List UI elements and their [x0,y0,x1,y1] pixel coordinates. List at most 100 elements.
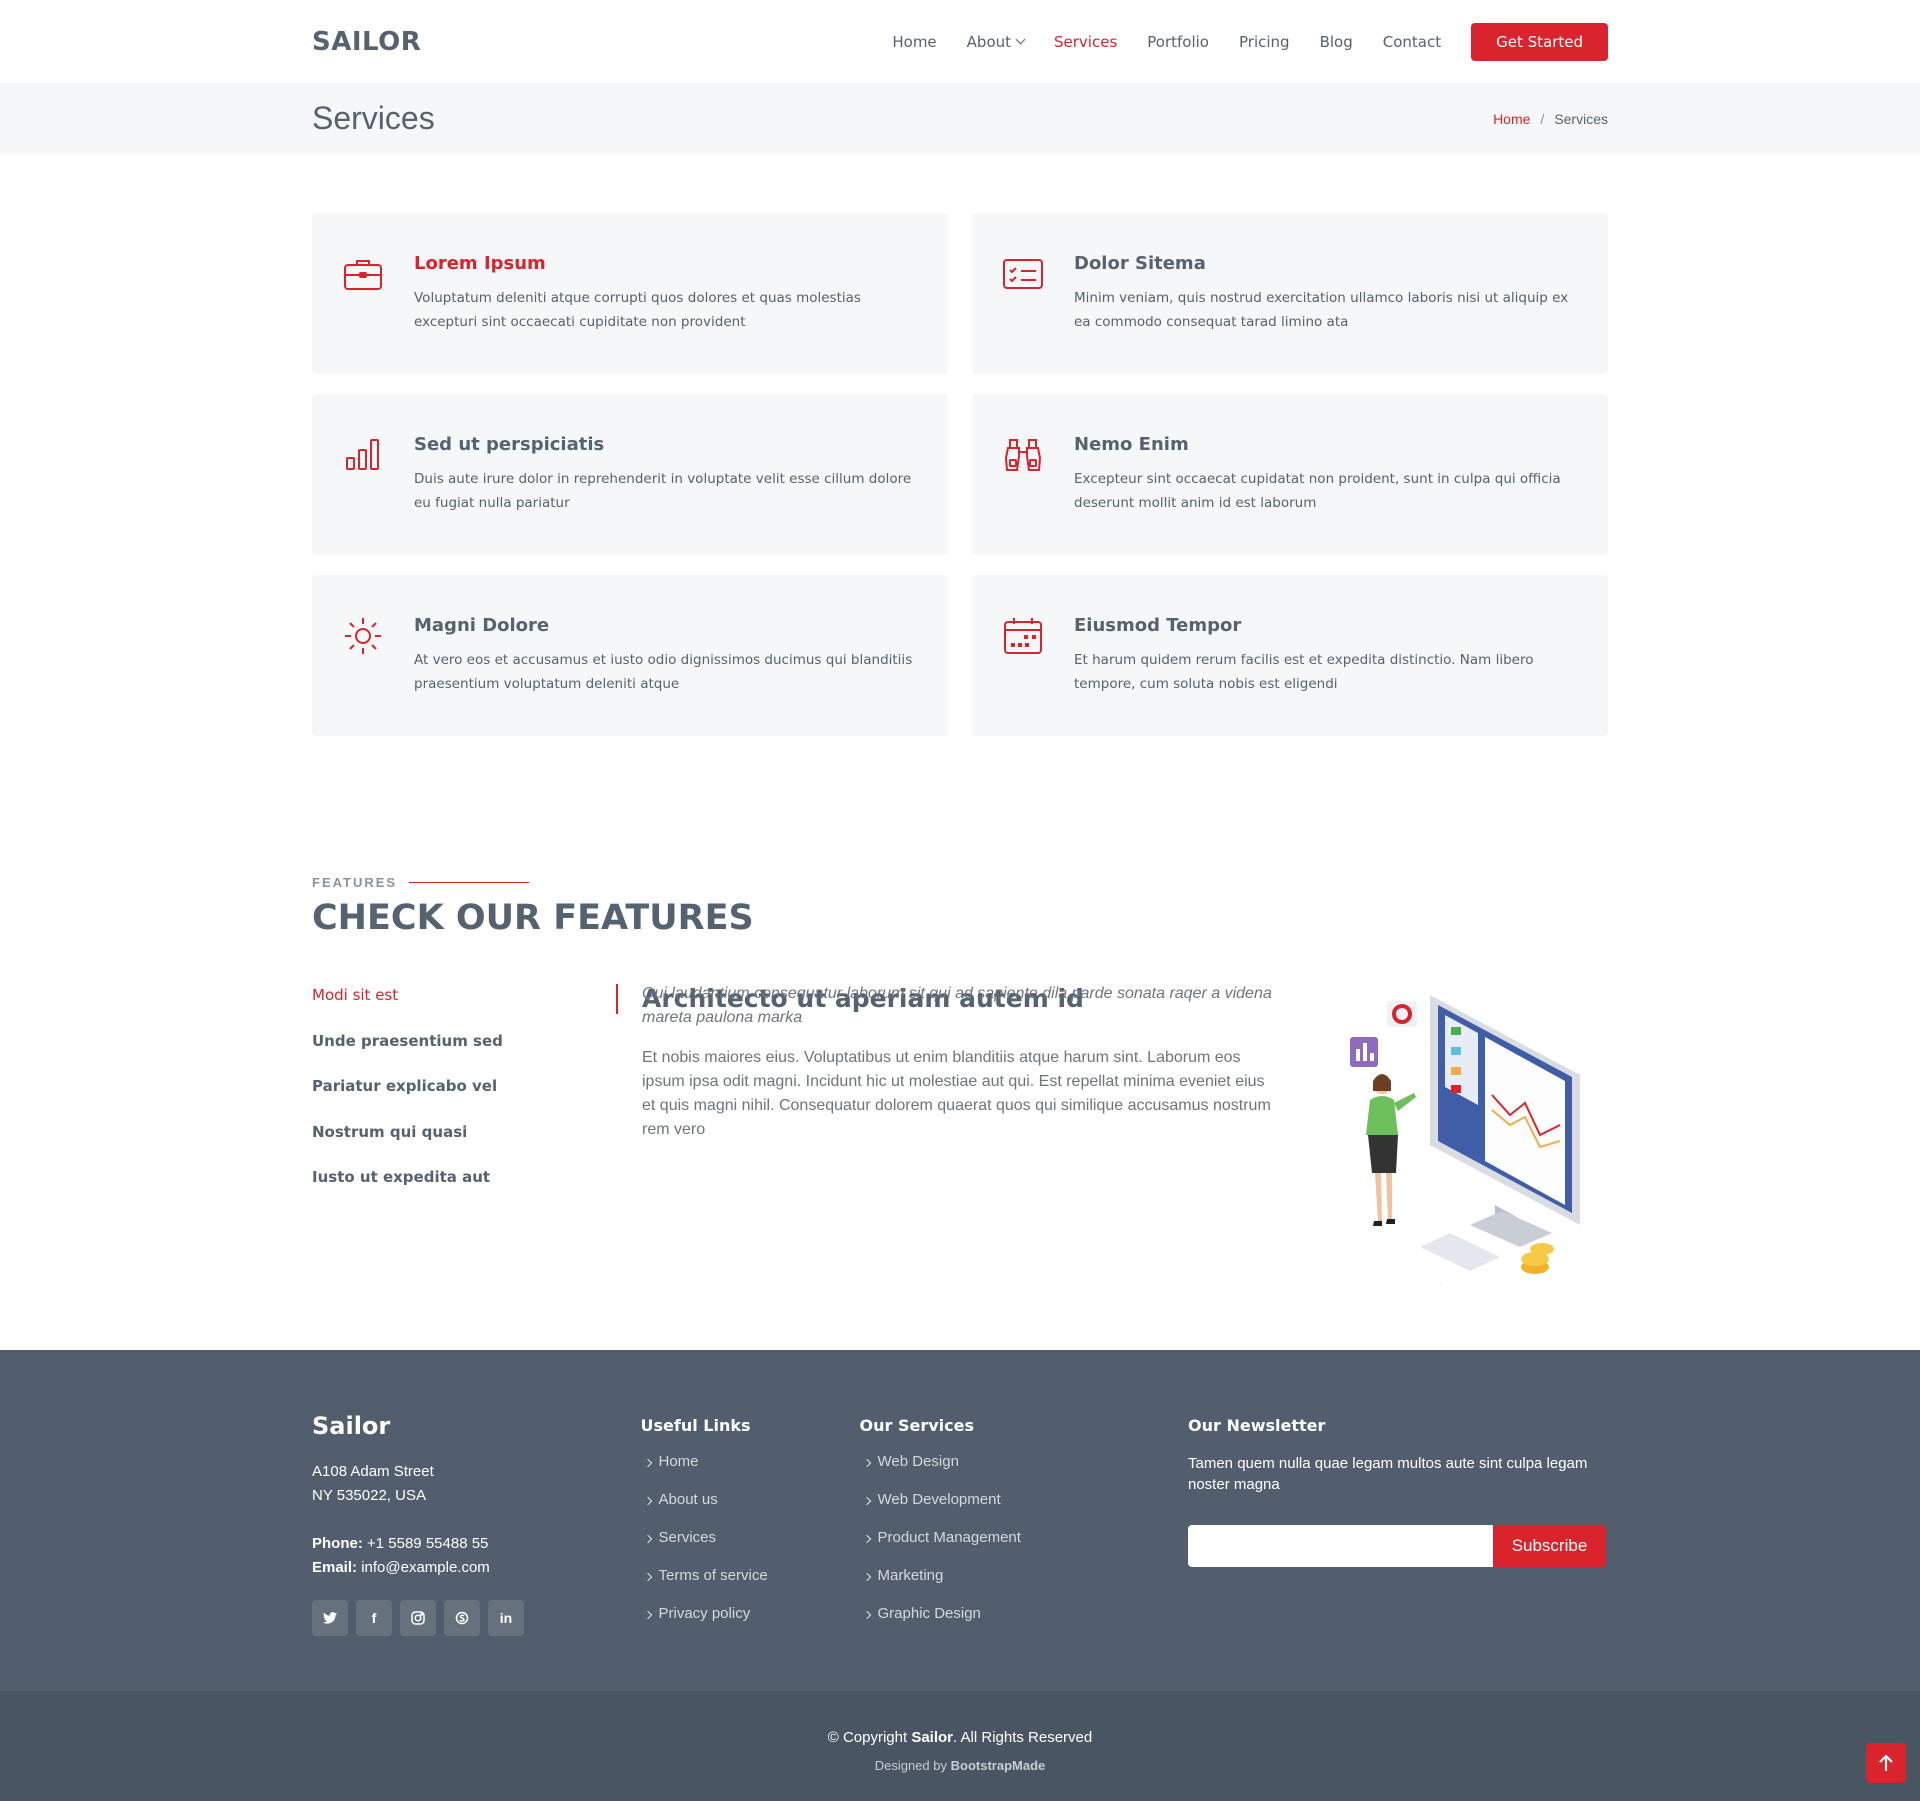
email-value: info@example.com [361,1559,490,1576]
nav-about-label: About [966,32,1012,51]
footer-link-label: Terms of service [658,1567,768,1584]
section-subtitle-label: FEATURES [312,875,398,890]
footer-contact: Sailor A108 Adam Street NY 535022, USA P… [312,1412,641,1643]
service-card[interactable]: Eiusmod Tempor Et harum quidem rerum fac… [972,575,1608,736]
footer-link-label: Marketing [877,1567,944,1584]
breadcrumb-current: Services [1554,110,1608,127]
bar-chart-icon [342,434,384,476]
service-text: Duis aute irure dolor in reprehenderit i… [414,471,912,511]
service-card[interactable]: Sed ut perspiciatis Duis aute irure dolo… [312,394,948,555]
footer-address-line: NY 535022, USA [312,1487,426,1504]
service-card[interactable]: Nemo Enim Excepteur sint occaecat cupida… [972,394,1608,555]
nav-portfolio[interactable]: Portfolio [1147,33,1209,51]
features-illustration [1320,985,1600,1299]
nav-contact[interactable]: Contact [1383,33,1441,51]
service-title[interactable]: Lorem Ipsum [414,253,918,274]
footer-heading: Useful Links [640,1416,751,1435]
footer-phone: Phone: +1 5589 55488 55 [312,1532,641,1556]
feature-tab[interactable]: Pariatur explicabo vel [312,1075,616,1121]
feature-body: Et nobis maiores eius. Voluptatibus ut e… [642,1049,1271,1138]
site-header: SAILOR Home About Services Portfolio Pri… [0,0,1920,83]
credits-prefix: Designed by [874,1758,948,1773]
brightness-icon [342,615,384,657]
chevron-down-icon [1015,34,1026,45]
footer-link[interactable]: Marketing [860,1567,1189,1605]
service-title[interactable]: Dolor Sitema [1074,253,1578,274]
feature-detail: Qui laudantium consequatur laborum sit q… [642,982,1282,1142]
credits-link[interactable]: BootstrapMade [951,1758,1046,1773]
chevron-right-icon [862,1572,871,1582]
footer-link-label: About us [658,1491,718,1508]
service-card[interactable]: Dolor Sitema Minim veniam, quis nostrud … [972,213,1608,374]
footer: Sailor A108 Adam Street NY 535022, USA P… [0,1350,1920,1691]
footer-link[interactable]: Web Design [860,1453,1189,1491]
service-title[interactable]: Sed ut perspiciatis [414,434,918,455]
footer-address-line: A108 Adam Street [312,1463,434,1480]
service-text: Voluptatum deleniti atque corrupti quos … [414,290,861,330]
nav-home[interactable]: Home [892,33,936,51]
feature-tab[interactable]: Nostrum qui quasi [312,1121,616,1167]
skype-icon[interactable] [444,1600,480,1636]
feature-tab[interactable]: Iusto ut expedita aut [312,1166,616,1212]
linkedin-icon[interactable]: in [488,1600,524,1636]
service-title[interactable]: Nemo Enim [1074,434,1578,455]
service-text: Et harum quidem rerum facilis est et exp… [1074,652,1534,692]
footer-heading: Our Newsletter [1188,1416,1326,1435]
service-title[interactable]: Eiusmod Tempor [1074,615,1578,636]
chevron-right-icon [643,1496,652,1506]
feature-tabs: Modi sit est Unde praesentium sed Pariat… [312,984,616,1212]
instagram-icon[interactable] [400,1600,436,1636]
phone-value: +1 5589 55488 55 [367,1535,489,1552]
subscribe-button[interactable]: Subscribe [1493,1525,1606,1567]
footer-bottom: © Copyright Sailor. All Rights Reserved … [0,1691,1920,1801]
page-title: Services [312,100,435,136]
section-title: CHECK OUR FEATURES [312,898,754,938]
feature-tab[interactable]: Unde praesentium sed [312,1030,616,1076]
footer-link[interactable]: Product Management [860,1529,1189,1567]
nav-services[interactable]: Services [1054,33,1117,51]
footer-heading: Our Services [859,1416,975,1435]
chevron-right-icon [862,1534,871,1544]
services-section: Lorem Ipsum Voluptatum deleniti atque co… [0,154,1920,736]
facebook-icon[interactable]: f [356,1600,392,1636]
footer-link[interactable]: Graphic Design [860,1605,1189,1643]
breadcrumb-home-link[interactable]: Home [1493,111,1530,127]
nav-blog[interactable]: Blog [1320,33,1353,51]
footer-address: A108 Adam Street NY 535022, USA [312,1460,641,1508]
breadcrumb-separator: / [1540,110,1545,127]
service-card[interactable]: Lorem Ipsum Voluptatum deleniti atque co… [312,213,948,374]
footer-link-label: Web Development [877,1491,1001,1508]
footer-email: Email: info@example.com [312,1556,641,1580]
binoculars-icon [1002,434,1044,476]
footer-our-services: Our Services Web Design Web Development … [860,1412,1189,1643]
nav-pricing[interactable]: Pricing [1239,33,1290,51]
nav-about[interactable]: About [966,32,1026,51]
chevron-right-icon [643,1610,652,1620]
service-title[interactable]: Magni Dolore [414,615,918,636]
chevron-right-icon [643,1458,652,1468]
footer-link[interactable]: Terms of service [641,1567,860,1605]
footer-link[interactable]: Services [641,1529,860,1567]
service-text: At vero eos et accusamus et iusto odio d… [414,652,913,692]
feature-tab[interactable]: Modi sit est [312,984,616,1030]
service-card[interactable]: Magni Dolore At vero eos et accusamus et… [312,575,948,736]
subtitle-divider [409,882,530,883]
get-started-button[interactable]: Get Started [1471,22,1608,61]
footer-link[interactable]: Home [641,1453,860,1491]
footer-link-label: Product Management [877,1529,1021,1546]
credits: Designed by BootstrapMade [0,1758,1920,1773]
twitter-icon[interactable] [312,1600,348,1636]
footer-link[interactable]: Privacy policy [641,1605,860,1643]
footer-link[interactable]: About us [641,1491,860,1529]
email-label: Email: [312,1559,358,1576]
footer-link[interactable]: Web Development [860,1491,1189,1529]
site-logo[interactable]: SAILOR [312,27,421,57]
back-to-top-button[interactable] [1866,1743,1906,1783]
newsletter-text: Tamen quem nulla quae legam multos aute … [1188,1455,1588,1493]
main-nav: Home About Services Portfolio Pricing Bl… [862,22,1608,61]
newsletter-email-input[interactable] [1188,1525,1493,1567]
social-links: f in [312,1600,641,1636]
breadcrumb: Home / Services [1493,111,1608,127]
footer-link-label: Graphic Design [877,1605,981,1622]
arrow-up-icon [1879,1754,1893,1771]
